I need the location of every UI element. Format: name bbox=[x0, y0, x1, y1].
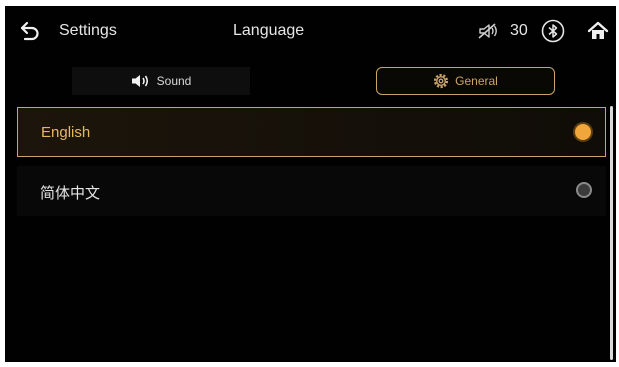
screen: Settings Language 30 Sound General Engli… bbox=[5, 6, 616, 362]
header-bar: Settings Language 30 bbox=[5, 6, 616, 56]
settings-label[interactable]: Settings bbox=[59, 22, 117, 40]
language-label: 简体中文 bbox=[40, 185, 101, 202]
language-label: English bbox=[41, 124, 91, 141]
speaker-icon bbox=[131, 75, 148, 87]
tab-sound[interactable]: Sound bbox=[72, 67, 250, 95]
scrollbar[interactable] bbox=[610, 106, 613, 360]
tab-general[interactable]: General bbox=[376, 67, 555, 95]
tab-sound-label: Sound bbox=[156, 74, 192, 88]
radio-selected[interactable] bbox=[575, 124, 591, 140]
bluetooth-icon bbox=[541, 19, 565, 43]
tab-general-label: General bbox=[455, 74, 498, 88]
gear-icon bbox=[434, 73, 449, 89]
language-option-english[interactable]: English bbox=[17, 107, 606, 157]
language-option-chinese[interactable]: 简体中文 bbox=[17, 166, 606, 216]
home-icon[interactable] bbox=[587, 20, 609, 42]
page-title: Language bbox=[233, 22, 305, 39]
volume-level: 30 bbox=[510, 22, 528, 39]
radio-unselected[interactable] bbox=[576, 182, 592, 198]
back-arrow-icon[interactable] bbox=[19, 20, 41, 42]
mute-icon bbox=[478, 23, 497, 39]
